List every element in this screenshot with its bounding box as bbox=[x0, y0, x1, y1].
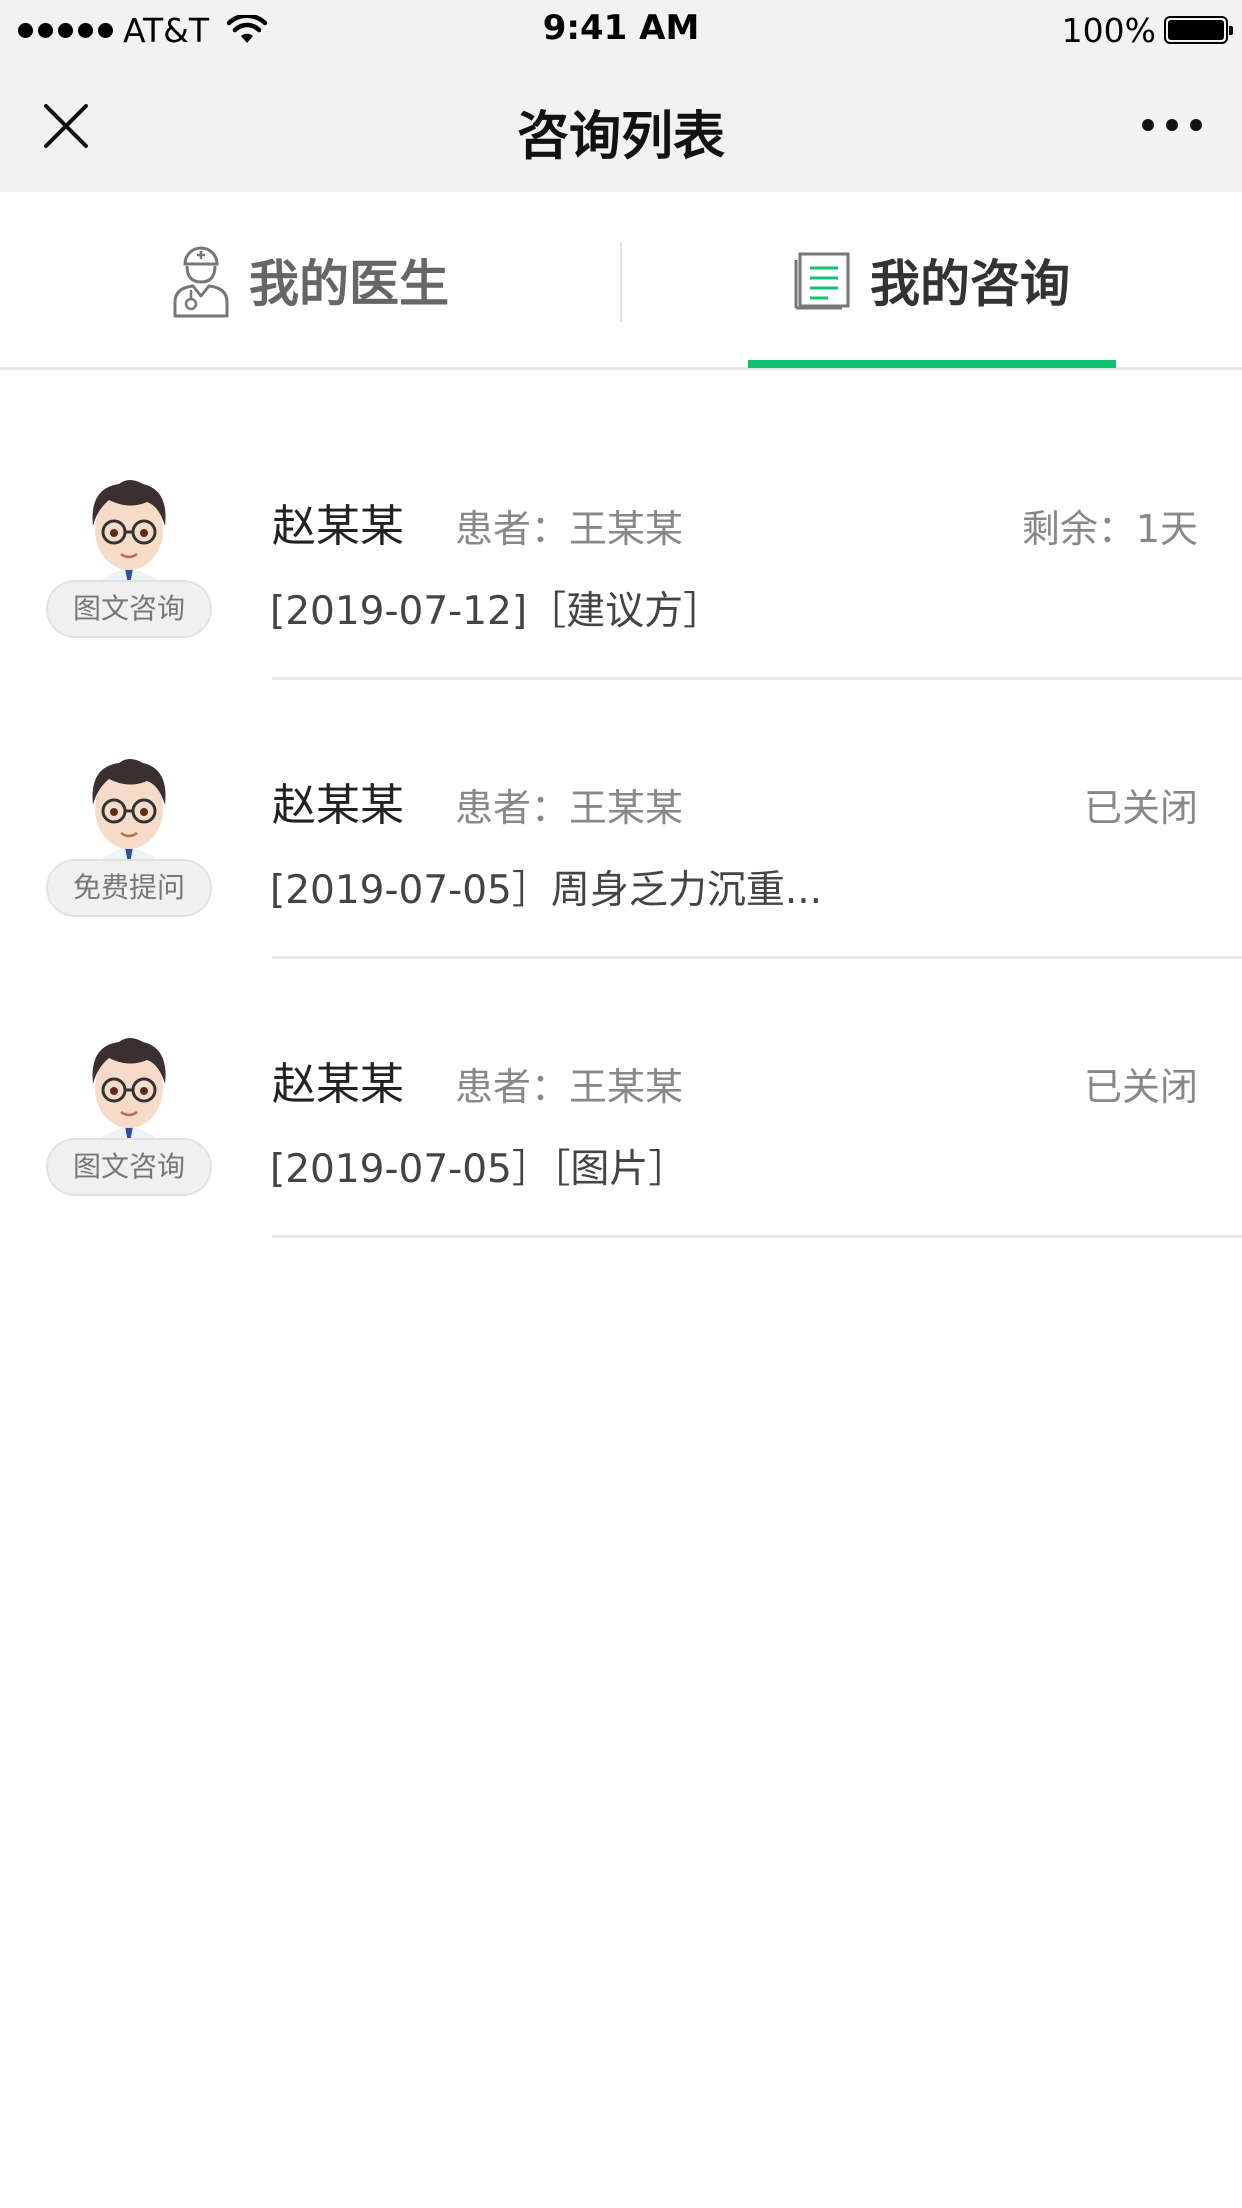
consultation-type-badge: 图文咨询 bbox=[46, 1138, 212, 1196]
consultation-status: 剩余：1天 bbox=[1021, 507, 1198, 551]
active-tab-indicator bbox=[748, 360, 1116, 368]
patient-name: 患者：王某某 bbox=[455, 786, 684, 830]
divider bbox=[272, 1235, 1242, 1238]
consultation-status: 已关闭 bbox=[1083, 1065, 1198, 1109]
avatar-block: 图文咨询 bbox=[46, 470, 212, 638]
status-bar: AT&T 9:41 AM 100% bbox=[0, 0, 1242, 60]
doctor-name: 赵某某 bbox=[272, 780, 404, 831]
list-item[interactable]: 图文咨询 赵某某 患者：王某某 已关闭 [2019-07-05］［图片］ bbox=[0, 928, 1242, 1238]
doctor-avatar bbox=[92, 759, 166, 869]
tab-my-doctors[interactable]: 我的医生 bbox=[0, 192, 620, 367]
consultation-type-badge: 图文咨询 bbox=[46, 580, 212, 638]
doctor-avatar bbox=[92, 480, 166, 590]
consultation-summary: [2019-07-12]［建议方］ bbox=[270, 589, 723, 634]
consultation-summary: [2019-07-05］［图片］ bbox=[270, 1147, 688, 1192]
doctor-name: 赵某某 bbox=[272, 501, 404, 552]
doctor-avatar bbox=[92, 1038, 166, 1148]
battery-icon bbox=[1164, 16, 1233, 44]
avatar-block: 图文咨询 bbox=[46, 1028, 212, 1196]
battery-percentage: 100% bbox=[1061, 10, 1156, 50]
list-item[interactable]: 图文咨询 赵某某 患者：王某某 剩余：1天 [2019-07-12]［建议方］ bbox=[0, 370, 1242, 680]
tab-label: 我的医生 bbox=[249, 254, 449, 313]
navigation-bar: 咨询列表 bbox=[0, 60, 1242, 192]
battery-status: 100% bbox=[1061, 10, 1233, 50]
avatar-block: 免费提问 bbox=[46, 749, 212, 917]
consultation-list: 图文咨询 赵某某 患者：王某某 剩余：1天 [2019-07-12]［建议方］ … bbox=[0, 370, 1242, 1238]
page-title: 咨询列表 bbox=[516, 107, 725, 167]
patient-name: 患者：王某某 bbox=[455, 1065, 684, 1109]
consultation-summary: [2019-07-05］周身乏力沉重... bbox=[270, 868, 823, 913]
tab-label: 我的咨询 bbox=[870, 254, 1070, 313]
doctor-name: 赵某某 bbox=[272, 1059, 404, 1110]
list-item[interactable]: 免费提问 赵某某 患者：王某某 已关闭 [2019-07-05］周身乏力沉重..… bbox=[0, 649, 1242, 959]
tab-bar: 我的医生 我的咨询 bbox=[0, 192, 1242, 370]
clock: 9:41 AM bbox=[542, 8, 700, 48]
consultation-status: 已关闭 bbox=[1083, 786, 1198, 830]
patient-name: 患者：王某某 bbox=[455, 507, 684, 551]
list-document-icon bbox=[794, 252, 850, 309]
doctor-icon bbox=[173, 246, 229, 317]
consultation-type-badge: 免费提问 bbox=[46, 859, 212, 917]
more-options-icon[interactable] bbox=[1142, 110, 1202, 140]
tab-my-consultations[interactable]: 我的咨询 bbox=[622, 192, 1242, 367]
